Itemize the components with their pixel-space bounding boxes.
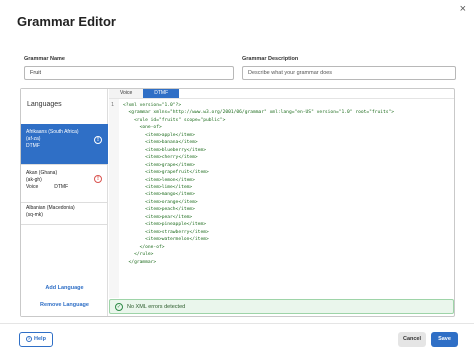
code-line: <item>blueberry</item> [123, 147, 206, 153]
mode-tabs: Voice DTMF [109, 89, 180, 98]
code-line: <item>lime</item> [123, 184, 193, 190]
code-line: <item>lemon</item> [123, 177, 195, 183]
save-button[interactable]: Save [431, 332, 458, 347]
code-line: <item>grapefruit</item> [123, 170, 209, 176]
xml-editor[interactable]: 1 <?xml version="1.0"?> <grammar xmlns="… [109, 98, 454, 298]
grammar-name-label: Grammar Name [24, 56, 65, 62]
code-line: <item>grape</item> [123, 162, 195, 168]
line-number: 1 [111, 102, 115, 108]
warning-icon: ! [94, 136, 102, 144]
code-line: <item>pear</item> [123, 214, 193, 220]
help-icon: ? [26, 335, 33, 342]
check-circle-icon: ✓ [115, 303, 123, 311]
tab-dtmf[interactable]: DTMF [143, 89, 180, 98]
code-line: <?xml version="1.0"?> [123, 103, 182, 108]
validation-status: ✓ No XML errors detected [109, 299, 454, 314]
code-line: <grammar xmlns="http://www.w3.org/2001/0… [123, 110, 395, 116]
code-line: </rule> [123, 252, 154, 258]
language-mode: Voice [26, 184, 39, 190]
language-name: Afrikaans (South Africa) [26, 129, 79, 135]
code-line: <item>peach</item> [123, 207, 195, 213]
language-item-akan[interactable]: Akan (Ghana) (ak-gh) Voice DTMF ! [21, 165, 108, 202]
help-button[interactable]: ? Help [19, 332, 53, 347]
footer-divider [0, 323, 474, 324]
remove-language-link[interactable]: Remove Language [21, 302, 108, 308]
cancel-button[interactable]: Cancel [398, 332, 426, 347]
grammar-name-input[interactable]: Fruit [24, 66, 234, 80]
grammar-editor-dialog: Grammar Editor × Grammar Name Fruit Gram… [0, 0, 474, 364]
language-item-albanian[interactable]: Albanian (Macedonia) (sq-mk) [21, 202, 108, 224]
language-name: Albanian (Macedonia) [26, 205, 75, 211]
language-mode: DTMF [26, 143, 40, 149]
grammar-description-label: Grammar Description [242, 56, 299, 62]
code-line: <item>cherry</item> [123, 155, 198, 161]
error-icon: ! [94, 175, 102, 183]
code-line: <item>mango</item> [123, 192, 195, 198]
grammar-description-input[interactable]: Describe what your grammar does [242, 66, 456, 80]
code-line: </one-of> [123, 244, 165, 250]
code-line: <item>strawberry</item> [123, 229, 209, 235]
help-label: Help [34, 336, 46, 342]
code-line: </grammar> [123, 259, 157, 265]
close-icon[interactable]: × [460, 3, 466, 15]
language-item-afrikaans[interactable]: Afrikaans (South Africa) (af-za) DTMF ! [21, 124, 108, 164]
tab-voice[interactable]: Voice [109, 89, 144, 98]
languages-sidebar: Languages Afrikaans (South Africa) (af-z… [21, 89, 108, 316]
add-language-link[interactable]: Add Language [21, 285, 108, 291]
code-area[interactable]: <?xml version="1.0"?> <grammar xmlns="ht… [123, 102, 394, 266]
language-mode: DTMF [54, 184, 69, 190]
divider [21, 224, 108, 225]
code-line: <one-of> [123, 125, 162, 131]
code-line: <item>orange</item> [123, 199, 198, 205]
code-line: <item>watermelon</item> [123, 237, 209, 243]
code-line: <item>apple</item> [123, 132, 195, 138]
dialog-title: Grammar Editor [17, 14, 116, 29]
language-code: (sq-mk) [26, 212, 43, 218]
line-gutter: 1 [109, 99, 119, 298]
languages-heading: Languages [27, 101, 62, 108]
code-line: <item>pineapple</item> [123, 222, 206, 228]
code-line: <item>banana</item> [123, 140, 198, 146]
code-line: <rule id="fruits" scope="public"> [123, 117, 226, 123]
validation-message: No XML errors detected [127, 304, 186, 310]
